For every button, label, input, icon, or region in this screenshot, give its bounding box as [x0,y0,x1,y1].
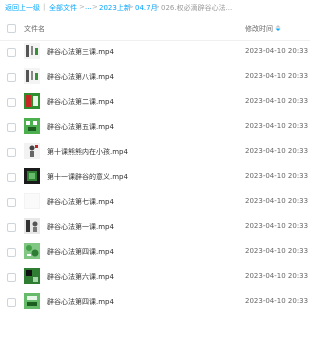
file-modified-time: 2023-04-10 20:33 [245,147,309,155]
file-row[interactable]: 辟谷心法第一课.mp4 2023-04-10 20:33 [0,215,310,240]
breadcrumb: 返回上一级 | 全部文件 > ... > 2023上新 > 04.7月 > 02… [0,0,310,14]
file-row[interactable]: 辟谷心法第二课.mp4 2023-04-10 20:33 [0,90,310,115]
row-checkbox[interactable] [7,98,16,107]
video-thumbnail-icon [24,218,40,234]
file-modified-time: 2023-04-10 20:33 [245,272,309,280]
file-row[interactable]: 第十一课辟谷的意义.mp4 2023-04-10 20:33 [0,165,310,190]
video-thumbnail-icon [24,268,40,284]
select-all-checkbox[interactable] [7,24,16,33]
video-thumbnail-icon [24,293,40,309]
file-name[interactable]: 第十课熊熊内在小孩.mp4 [47,147,128,157]
row-checkbox[interactable] [7,48,16,57]
row-checkbox[interactable] [7,123,16,132]
file-name[interactable]: 辟谷心法第四课.mp4 [47,247,114,257]
file-list-header: 文件名 修改时间 [0,16,310,41]
row-checkbox[interactable] [7,173,16,182]
video-thumbnail-icon [24,93,40,109]
file-modified-time: 2023-04-10 20:33 [245,47,309,55]
row-checkbox[interactable] [7,148,16,157]
file-row[interactable]: 辟谷心法第六课.mp4 2023-04-10 20:33 [0,265,310,290]
file-modified-time: 2023-04-10 20:33 [245,297,309,305]
file-name[interactable]: 辟谷心法第八课.mp4 [47,72,114,82]
file-name[interactable]: 辟谷心法第五课.mp4 [47,122,114,132]
file-name[interactable]: 辟谷心法第三课.mp4 [47,47,114,57]
breadcrumb-separator: > [92,3,98,11]
video-thumbnail-icon [24,168,40,184]
video-thumbnail-icon [24,193,40,209]
row-checkbox[interactable] [7,273,16,282]
file-row[interactable]: 第十课熊熊内在小孩.mp4 2023-04-10 20:33 [0,140,310,165]
breadcrumb-separator: | [43,3,46,11]
file-row[interactable]: 辟谷心法第四课.mp4 2023-04-10 20:33 [0,240,310,265]
file-modified-time: 2023-04-10 20:33 [245,172,309,180]
video-thumbnail-icon [24,43,40,59]
file-row[interactable]: 辟谷心法第七课.mp4 2023-04-10 20:33 [0,190,310,215]
sort-icon[interactable] [274,24,282,32]
file-name[interactable]: 辟谷心法第一课.mp4 [47,222,114,232]
file-row[interactable]: 辟谷心法第八课.mp4 2023-04-10 20:33 [0,65,310,90]
file-modified-time: 2023-04-10 20:33 [245,97,309,105]
column-name-header[interactable]: 文件名 [24,24,45,34]
row-checkbox[interactable] [7,298,16,307]
file-row[interactable]: 辟谷心法第五课.mp4 2023-04-10 20:33 [0,115,310,140]
file-name[interactable]: 辟谷心法第二课.mp4 [47,97,114,107]
breadcrumb-current: 026.权必滴辟谷心法... [161,4,233,12]
file-name[interactable]: 辟谷心法第四课.mp4 [47,297,114,307]
file-modified-time: 2023-04-10 20:33 [245,197,309,205]
file-name[interactable]: 第十一课辟谷的意义.mp4 [47,172,128,182]
file-row[interactable]: 辟谷心法第三课.mp4 2023-04-10 20:33 [0,40,310,65]
breadcrumb-ellipsis[interactable]: ... [85,3,92,11]
video-thumbnail-icon [24,118,40,134]
file-modified-time: 2023-04-10 20:33 [245,72,309,80]
file-modified-time: 2023-04-10 20:33 [245,122,309,130]
column-time-header[interactable]: 修改时间 [245,24,273,34]
video-thumbnail-icon [24,243,40,259]
video-thumbnail-icon [24,68,40,84]
breadcrumb-separator: > [79,3,85,11]
back-link[interactable]: 返回上一级 [5,3,40,13]
file-row[interactable]: 辟谷心法第四课.mp4 2023-04-10 20:33 [0,290,310,315]
all-files-link[interactable]: 全部文件 [49,3,77,13]
row-checkbox[interactable] [7,223,16,232]
row-checkbox[interactable] [7,248,16,257]
file-modified-time: 2023-04-10 20:33 [245,222,309,230]
row-checkbox[interactable] [7,73,16,82]
row-checkbox[interactable] [7,198,16,207]
breadcrumb-separator: > [154,3,160,11]
video-thumbnail-icon [24,143,40,159]
file-name[interactable]: 辟谷心法第七课.mp4 [47,197,114,207]
file-modified-time: 2023-04-10 20:33 [245,247,309,255]
file-name[interactable]: 辟谷心法第六课.mp4 [47,272,114,282]
breadcrumb-separator: > [128,3,134,11]
breadcrumb-folder-2023[interactable]: 2023上新 [99,3,131,13]
